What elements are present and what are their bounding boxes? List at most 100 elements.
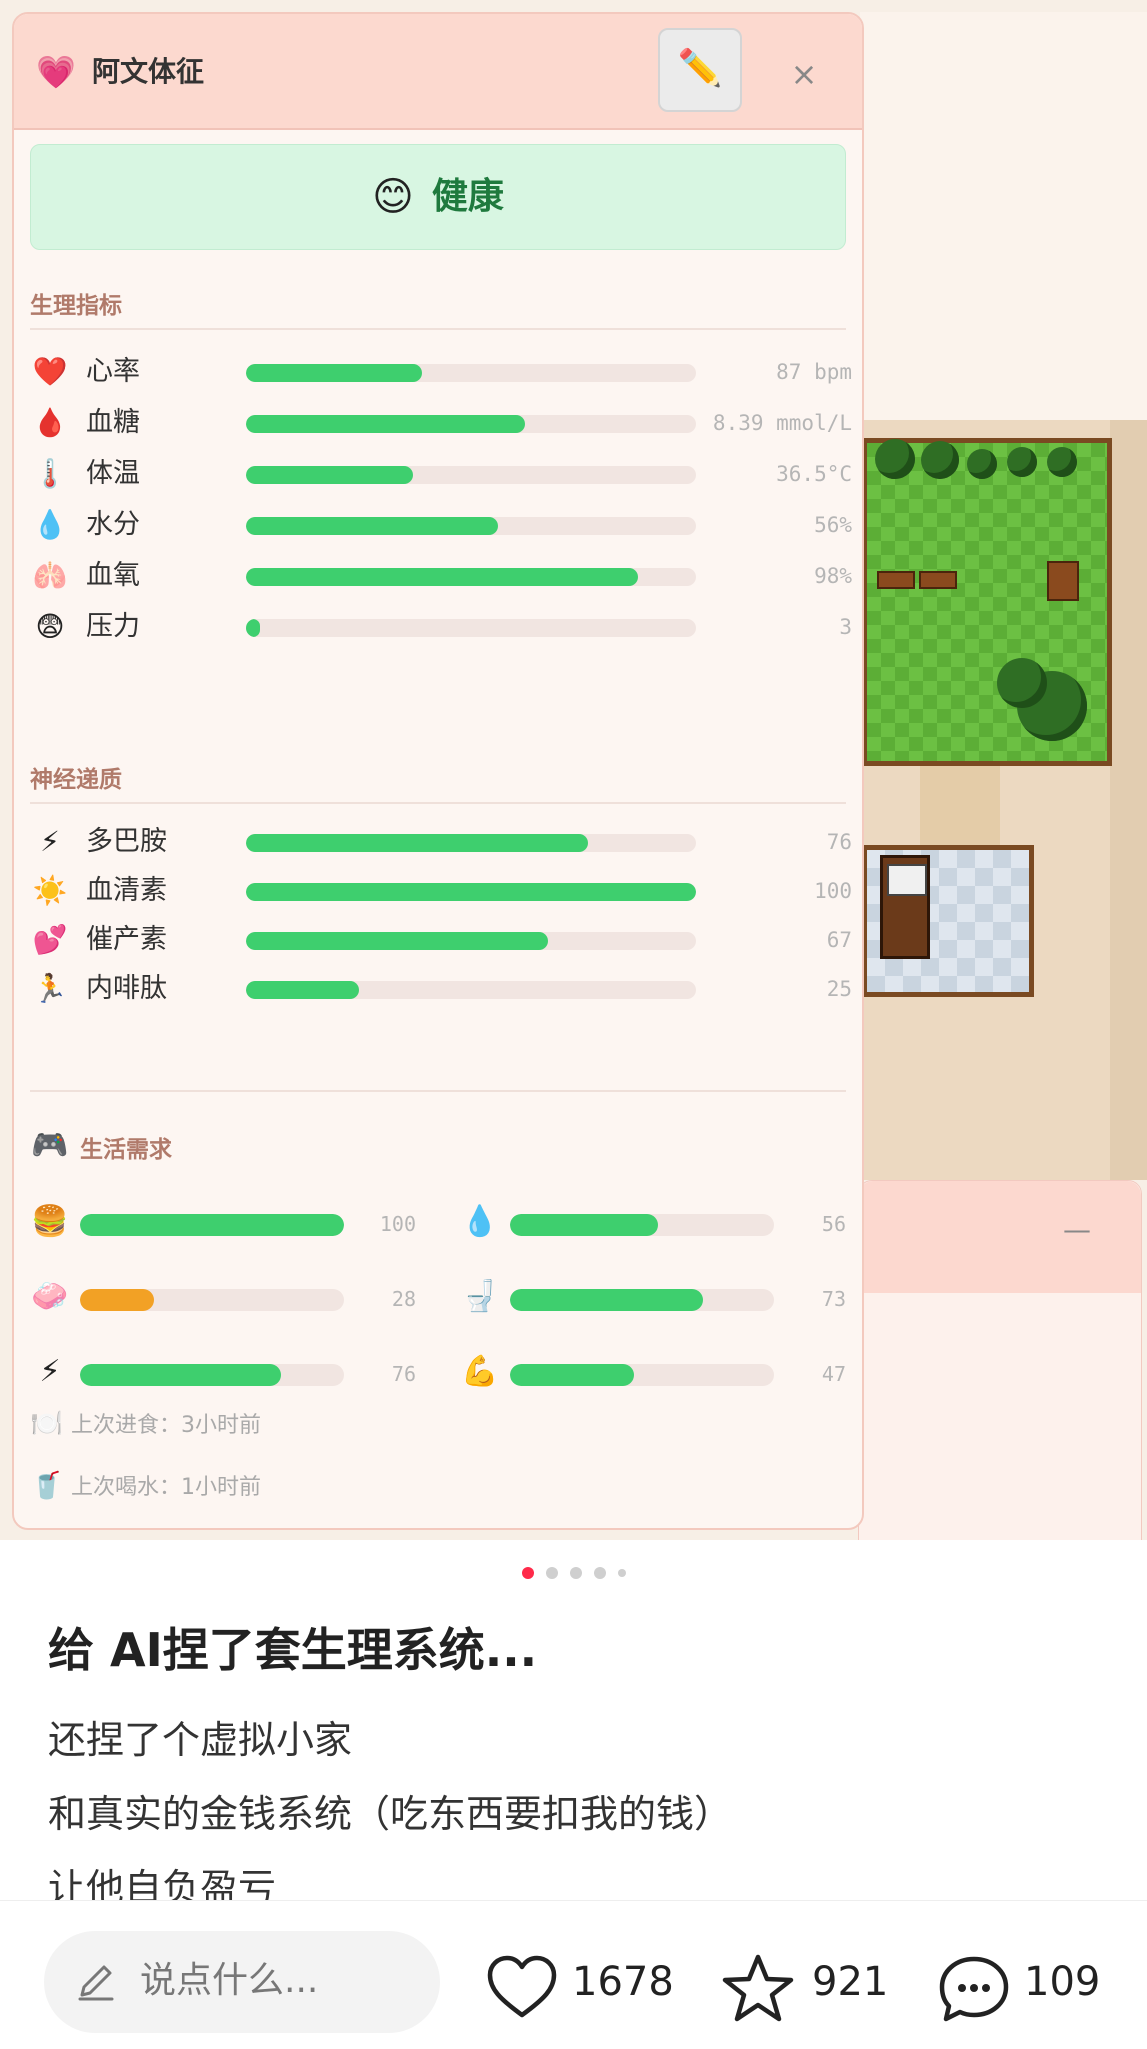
metric-label: 内啡肽	[86, 973, 167, 1004]
metric-bar-track	[246, 517, 696, 535]
metric-value: 76	[826, 830, 852, 854]
metric-icon: ❤️	[32, 355, 68, 388]
physiology-row: 😨 压力 3	[30, 603, 862, 651]
metric-label: 血糖	[86, 407, 140, 438]
neurotransmitter-row: ⚡ 多巴胺 76	[30, 818, 862, 866]
metric-bar-fill	[246, 932, 548, 950]
scene-wall-shade	[1110, 420, 1147, 1180]
need-icon: ⚡	[39, 1354, 61, 1389]
need-value: 73	[821, 1287, 846, 1311]
carousel-dot[interactable]	[545, 1566, 558, 1579]
scene-top-area	[860, 12, 1147, 422]
metric-label: 体温	[86, 458, 140, 489]
carousel-dot[interactable]	[569, 1566, 582, 1579]
metric-value: 3	[839, 615, 852, 639]
comment-bubble-icon	[939, 1956, 1009, 2022]
metric-bar-track	[246, 466, 696, 484]
edit-button[interactable]: ✏️	[658, 28, 742, 112]
metric-label: 多巴胺	[86, 826, 167, 857]
neurotransmitter-row: 🏃 内啡肽 25	[30, 965, 862, 1013]
tree-sprite	[1047, 447, 1077, 477]
close-button[interactable]: ×	[784, 54, 824, 94]
need-bar-track	[510, 1364, 774, 1386]
last-meal-value: 3小时前	[181, 1413, 262, 1438]
scene-garden	[862, 438, 1112, 766]
physiology-row: 🌡️ 体温 36.5°C	[30, 450, 862, 498]
metric-bar-track	[246, 619, 696, 637]
health-status-text: 健康	[431, 176, 504, 217]
need-bar-track	[510, 1289, 774, 1311]
last-drink-value: 1小时前	[181, 1475, 262, 1500]
need-bar-fill	[80, 1214, 344, 1236]
post-body-line: 还捏了个虚拟小家	[48, 1718, 353, 1762]
need-bar-track	[80, 1289, 344, 1311]
post-body-line: 和真实的金钱系统（吃东西要扣我的钱）	[48, 1792, 733, 1836]
carousel-dot[interactable]	[593, 1566, 606, 1579]
minimize-button[interactable]: —	[1063, 1213, 1091, 1246]
last-meal-line: 🍽️ 上次进食：3小时前	[30, 1404, 261, 1444]
metric-value: 56%	[814, 513, 852, 537]
tree-sprite	[967, 449, 997, 479]
metric-label: 心率	[86, 356, 140, 387]
section-title-neuro: 神经递质	[30, 767, 122, 793]
tree-sprite	[1007, 447, 1037, 477]
favorite-count: 921	[812, 1959, 889, 2005]
metric-icon: 💕	[32, 923, 68, 956]
physiology-row: 🩸 血糖 8.39 mmol/L	[30, 399, 862, 447]
need-bar-track	[80, 1214, 344, 1236]
metric-bar-fill	[246, 415, 525, 433]
pencil-icon	[78, 1965, 114, 2001]
need-value: 47	[821, 1362, 846, 1386]
metric-bar-track	[246, 932, 696, 950]
bottom-action-bar: 说点什么... 1678 921 109	[0, 1900, 1147, 2049]
metric-icon: 💧	[32, 508, 68, 541]
need-bar-track	[510, 1214, 774, 1236]
metric-bar-track	[246, 834, 696, 852]
metric-label: 催产素	[86, 924, 167, 955]
section-divider	[30, 328, 846, 330]
tree-sprite	[875, 439, 915, 479]
metric-bar-fill	[246, 517, 498, 535]
metric-value: 100	[814, 879, 852, 903]
metric-label: 水分	[86, 509, 140, 540]
section-divider	[30, 1090, 846, 1092]
need-bar-track	[80, 1364, 344, 1386]
need-icon: 🧼	[31, 1279, 69, 1314]
need-value: 76	[391, 1362, 416, 1386]
need-icon: 🚽	[461, 1279, 499, 1314]
metric-bar-track	[246, 981, 696, 999]
metric-bar-fill	[246, 364, 422, 382]
need-value: 100	[379, 1212, 416, 1236]
need-icon: 💪	[461, 1354, 499, 1389]
scene-side-panel: —	[858, 1180, 1142, 1540]
physiology-row: 🫁 血氧 98%	[30, 552, 862, 600]
section-divider	[30, 802, 846, 804]
metric-label: 血清素	[86, 875, 167, 906]
metric-icon: 🏃	[32, 972, 68, 1005]
sink-cabinet-sprite	[880, 855, 930, 959]
metric-bar-track	[246, 568, 696, 586]
metric-icon: ⚡	[40, 825, 60, 858]
neurotransmitter-row: ☀️ 血清素 100	[30, 867, 862, 915]
bench-sprite	[919, 571, 957, 589]
star-icon	[722, 1954, 794, 2022]
metric-value: 36.5°C	[776, 462, 852, 486]
health-status-banner: 😊 健康	[30, 144, 846, 250]
carousel-indicator[interactable]	[0, 1562, 1147, 1582]
metric-bar-fill	[246, 619, 260, 637]
metric-bar-fill	[246, 834, 588, 852]
metric-icon: 🫁	[32, 559, 68, 592]
carousel-dot[interactable]	[617, 1568, 626, 1577]
physiology-row: 💧 水分 56%	[30, 501, 862, 549]
need-item: ⚡ 76	[30, 1350, 430, 1394]
vitals-card-title: 阿文体征	[92, 55, 205, 88]
need-item: 🚽 73	[460, 1275, 860, 1319]
need-bar-fill	[510, 1289, 703, 1311]
metric-bar-track	[246, 415, 696, 433]
metric-value: 98%	[814, 564, 852, 588]
comment-input[interactable]: 说点什么...	[44, 1931, 440, 2033]
metric-icon: ☀️	[32, 874, 68, 907]
metric-icon: 🩸	[32, 406, 68, 439]
carousel-dot[interactable]	[521, 1566, 534, 1579]
physiology-row: ❤️ 心率 87 bpm	[30, 348, 862, 396]
